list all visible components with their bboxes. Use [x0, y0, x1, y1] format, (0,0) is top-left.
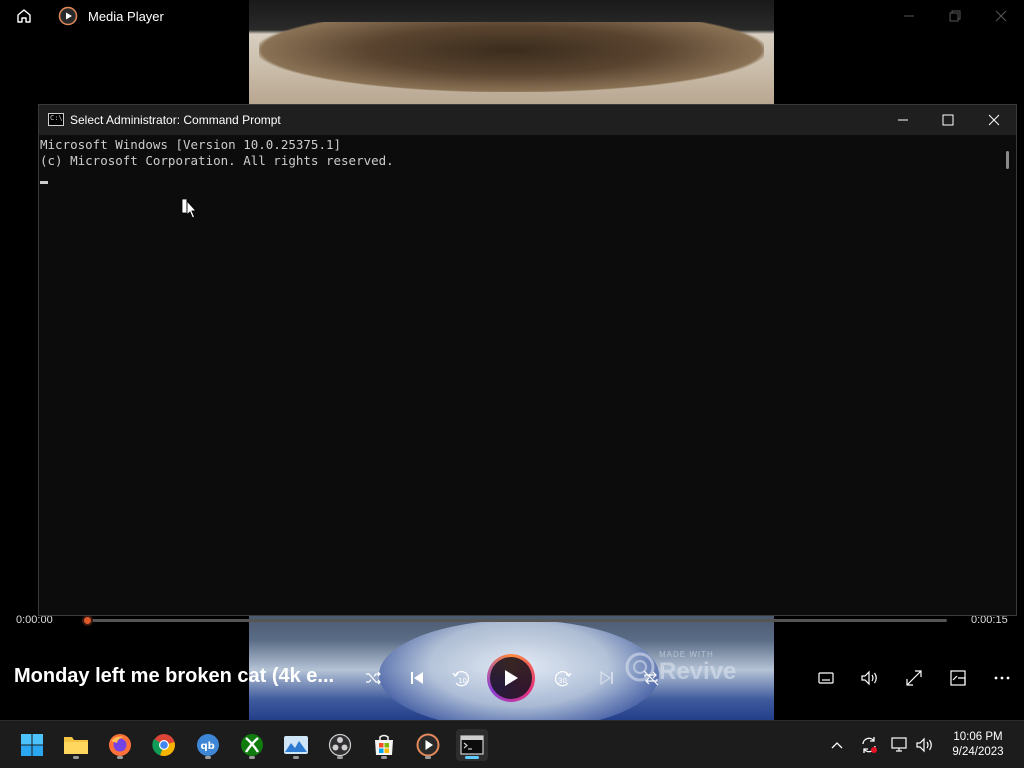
song-title: Monday left me broken cat (4k e... [14, 665, 335, 687]
running-indicator [293, 756, 299, 759]
play-button[interactable] [487, 654, 535, 702]
running-indicator [73, 756, 79, 759]
media-player-titlebar: Media Player [0, 0, 1024, 32]
fullscreen-icon[interactable] [901, 665, 927, 691]
cmd-minimize-button[interactable] [888, 108, 918, 132]
home-icon[interactable] [14, 6, 34, 26]
volume-icon[interactable] [857, 665, 883, 691]
media-player-icon[interactable] [412, 729, 444, 761]
running-indicator [249, 756, 255, 759]
running-indicator [381, 756, 387, 759]
text-cursor [40, 181, 48, 184]
chrome-icon[interactable] [148, 729, 180, 761]
command-prompt-icon: C:\ [48, 113, 64, 126]
active-indicator [465, 756, 479, 759]
next-icon[interactable] [594, 665, 620, 691]
captions-icon[interactable] [813, 665, 839, 691]
play-icon [490, 657, 532, 699]
restore-button[interactable] [940, 4, 970, 28]
minimize-button[interactable] [894, 4, 924, 28]
command-prompt-window[interactable]: C:\ Select Administrator: Command Prompt… [38, 104, 1017, 616]
qbittorrent-icon[interactable]: qb [192, 729, 224, 761]
cmd-output-line: Microsoft Windows [Version 10.0.25375.1] [40, 137, 342, 152]
xbox-icon[interactable] [236, 729, 268, 761]
video-leaf-shape [259, 22, 764, 92]
network-icon[interactable] [890, 735, 910, 755]
obs-icon[interactable] [324, 729, 356, 761]
seek-bar[interactable] [86, 619, 947, 622]
svg-text:30: 30 [558, 677, 567, 685]
media-player-app-icon [58, 6, 78, 26]
forward-30-icon[interactable]: 30 [550, 665, 576, 691]
cmd-scrollbar[interactable] [1006, 151, 1009, 169]
running-indicator [425, 756, 431, 759]
command-prompt-titlebar[interactable]: C:\ Select Administrator: Command Prompt [39, 105, 1016, 135]
microsoft-store-icon[interactable] [368, 729, 400, 761]
rewind-10-icon[interactable]: 10 [448, 665, 474, 691]
previous-icon[interactable] [404, 665, 430, 691]
seek-thumb[interactable] [82, 615, 93, 626]
photos-icon[interactable] [280, 729, 312, 761]
file-explorer-icon[interactable] [60, 729, 92, 761]
media-player-title: Media Player [88, 9, 164, 24]
clock-time: 10:06 PM [953, 731, 1003, 743]
mouse-pointer-icon [181, 198, 198, 219]
cmd-close-button[interactable] [979, 108, 1009, 132]
taskbar-clock[interactable]: 10:06 PM 9/24/2023 [940, 730, 1016, 760]
running-indicator [205, 756, 211, 759]
repeat-off-icon[interactable] [638, 665, 664, 691]
command-prompt-title: Select Administrator: Command Prompt [70, 113, 281, 127]
watermark-big-text: Revive [659, 658, 737, 685]
svg-text:10: 10 [458, 677, 467, 685]
start-icon[interactable] [16, 729, 48, 761]
mini-player-icon[interactable] [945, 665, 971, 691]
more-options-icon[interactable] [989, 665, 1015, 691]
firefox-icon[interactable] [104, 729, 136, 761]
sync-icon[interactable] [859, 735, 879, 755]
close-button[interactable] [986, 4, 1016, 28]
shuffle-icon[interactable] [360, 665, 386, 691]
svg-text:qb: qb [201, 741, 215, 752]
clock-date: 9/24/2023 [952, 746, 1004, 758]
cmd-output-line: (c) Microsoft Corporation. All rights re… [40, 153, 394, 168]
chevron-up-icon[interactable] [827, 735, 847, 755]
taskbar: qb [0, 720, 1024, 768]
volume-tray-icon[interactable] [915, 735, 935, 755]
running-indicator [117, 756, 123, 759]
running-indicator [337, 756, 343, 759]
cmd-maximize-button[interactable] [933, 108, 963, 132]
terminal-icon[interactable] [456, 729, 488, 761]
